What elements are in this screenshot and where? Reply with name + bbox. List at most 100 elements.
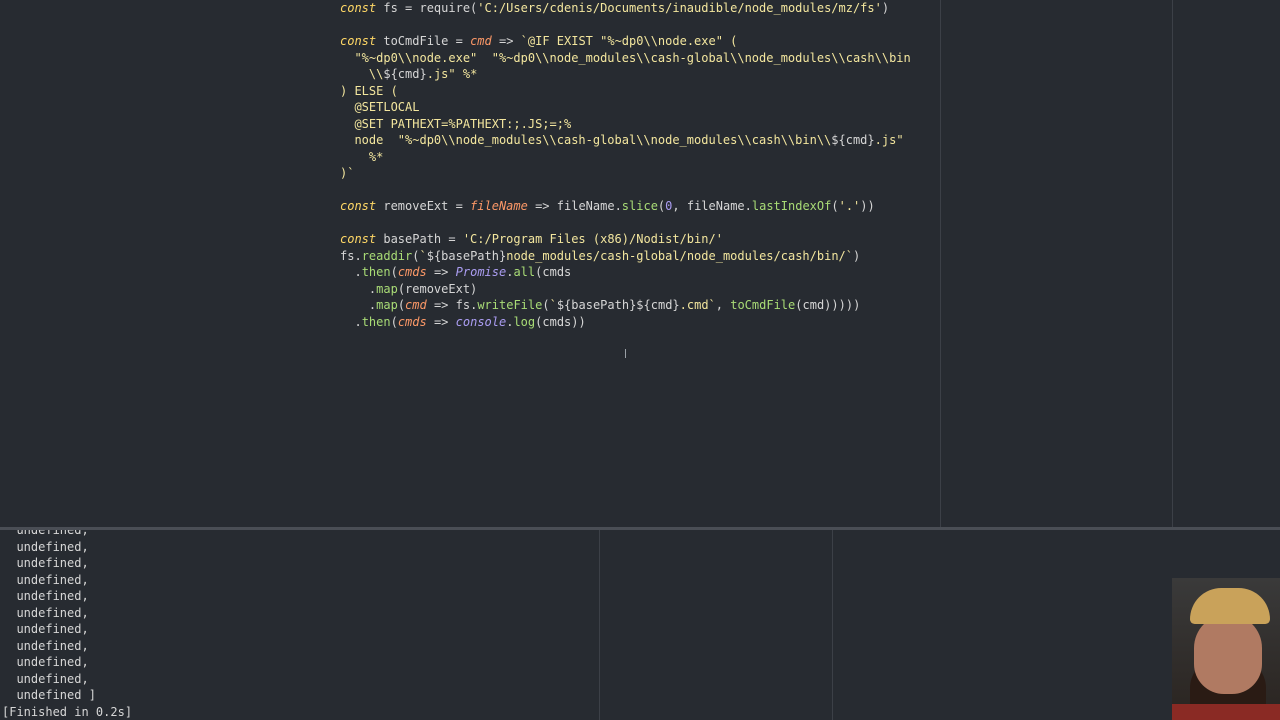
- code-token: ${basePath}: [426, 248, 507, 263]
- code-line[interactable]: [340, 17, 940, 34]
- code-line[interactable]: .map(removeExt): [340, 281, 940, 298]
- code-token: `: [549, 298, 557, 312]
- webcam-person-cap: [1190, 588, 1270, 624]
- output-line: undefined,: [2, 671, 89, 686]
- code-token: then: [361, 314, 391, 329]
- code-token: )`: [340, 166, 355, 180]
- code-token: (: [390, 265, 398, 279]
- code-line[interactable]: const removeExt = fileName => fileName.s…: [340, 198, 940, 215]
- code-token: .js" %*: [426, 67, 478, 81]
- code-token: (: [542, 298, 550, 312]
- editor-ruler-right: [1172, 0, 1173, 527]
- code-token: fs.: [340, 248, 362, 263]
- code-token: fileName: [470, 199, 528, 213]
- output-line: undefined,: [2, 589, 89, 603]
- code-token: \\: [340, 67, 384, 81]
- output-text: undefined, undefined, undefined, undefin…: [0, 530, 590, 720]
- code-token: (: [831, 199, 839, 213]
- code-token: .cmd`: [679, 298, 716, 312]
- code-line[interactable]: ) ELSE (: [340, 83, 940, 100]
- code-token: cmds: [397, 265, 427, 279]
- code-line[interactable]: \\${cmd}.js" %*: [340, 66, 940, 83]
- code-token: fs.: [455, 298, 478, 312]
- output-line: undefined ]: [2, 688, 96, 702]
- editor-ruler-left: [940, 0, 941, 527]
- code-token: writeFile: [477, 298, 543, 312]
- code-line[interactable]: @SETLOCAL: [340, 99, 940, 116]
- code-token: ${cmd}: [831, 133, 875, 147]
- text-cursor: [625, 349, 626, 358]
- code-token: const: [340, 199, 377, 213]
- output-line: undefined,: [2, 638, 89, 653]
- code-token: @SET PATHEXT=%PATHEXT:;.JS;=;%: [340, 116, 572, 131]
- code-token: const: [340, 232, 377, 246]
- code-token: ) ELSE (: [340, 83, 398, 98]
- code-token: "%~dp0\\node.exe" "%~dp0\\node_modules\\…: [340, 50, 911, 65]
- output-ruler-left: [599, 530, 600, 720]
- code-token: =>: [426, 265, 456, 279]
- code-line[interactable]: const basePath = 'C:/Program Files (x86)…: [340, 231, 940, 248]
- code-token: )): [860, 199, 875, 213]
- code-token: ${cmd}: [383, 67, 427, 81]
- code-token: console: [455, 314, 507, 329]
- code-token: toCmdFile: [376, 34, 456, 48]
- code-line[interactable]: .then(cmds => Promise.all(cmds: [340, 264, 940, 281]
- code-token: toCmdFile: [730, 298, 796, 312]
- code-token: , fileName.: [672, 199, 752, 213]
- code-token: (removeExt): [397, 281, 478, 296]
- code-token: slice: [621, 199, 658, 213]
- code-token: cmd: [405, 298, 427, 312]
- code-token: then: [361, 265, 391, 279]
- code-token: (cmds)): [535, 314, 586, 329]
- code-token: cmd: [470, 34, 492, 48]
- code-token: =: [455, 34, 471, 48]
- code-token: (: [412, 248, 420, 263]
- code-line[interactable]: [340, 215, 940, 232]
- code-token: .: [340, 314, 362, 329]
- code-token: %*: [340, 149, 384, 164]
- code-line[interactable]: const toCmdFile = cmd => `@IF EXIST "%~d…: [340, 33, 940, 50]
- code-token: map: [376, 298, 398, 312]
- webcam-person-face: [1194, 614, 1262, 694]
- code-content[interactable]: const fs = require('C:/Users/cdenis/Docu…: [340, 0, 940, 330]
- code-token: (cmd))))): [795, 298, 861, 312]
- code-token: ${basePath}${cmd}: [556, 298, 680, 312]
- webcam-person-shirt: [1172, 704, 1280, 720]
- code-token: Promise: [455, 265, 507, 279]
- code-token: '.': [838, 199, 861, 213]
- code-line[interactable]: .then(cmds => console.log(cmds)): [340, 314, 940, 331]
- code-token: basePath: [376, 232, 449, 246]
- code-token: node_modules/cash-global/node_modules/ca…: [506, 248, 853, 263]
- code-token: ): [881, 1, 890, 15]
- code-line[interactable]: "%~dp0\\node.exe" "%~dp0\\node_modules\\…: [340, 50, 940, 67]
- code-line[interactable]: .map(cmd => fs.writeFile(`${basePath}${c…: [340, 297, 940, 314]
- output-line: undefined,: [2, 605, 89, 620]
- code-token: removeExt: [376, 199, 456, 213]
- code-line[interactable]: node "%~dp0\\node_modules\\cash-global\\…: [340, 132, 940, 149]
- code-token: const: [340, 1, 377, 15]
- code-token: 'C:/Users/cdenis/Documents/inaudible/nod…: [477, 1, 882, 15]
- output-line: undefined,: [2, 622, 89, 636]
- code-line[interactable]: const fs = require('C:/Users/cdenis/Docu…: [340, 0, 940, 17]
- output-line: [Finished in 0.2s]: [2, 704, 133, 719]
- output-line: undefined,: [2, 556, 89, 570]
- code-token: `@IF EXIST "%~dp0\\node.exe" (: [520, 34, 738, 48]
- code-editor[interactable]: const fs = require('C:/Users/cdenis/Docu…: [0, 0, 1280, 527]
- code-token: fs: [376, 1, 406, 15]
- build-output-panel[interactable]: undefined, undefined, undefined, undefin…: [0, 530, 1280, 720]
- code-token: =: [405, 1, 420, 15]
- code-token: ,: [715, 298, 731, 312]
- code-line[interactable]: @SET PATHEXT=%PATHEXT:;.JS;=;%: [340, 116, 940, 133]
- code-token: 'C:/Program Files (x86)/Nodist/bin/': [462, 232, 723, 246]
- code-line[interactable]: fs.readdir(`${basePath}node_modules/cash…: [340, 248, 940, 265]
- code-token: map: [376, 281, 398, 296]
- code-token: .: [340, 298, 377, 312]
- code-token: all: [513, 265, 536, 279]
- output-ruler-right: [832, 530, 833, 720]
- output-line: undefined,: [2, 530, 89, 537]
- code-line[interactable]: )`: [340, 165, 940, 182]
- code-line[interactable]: %*: [340, 149, 940, 166]
- code-line[interactable]: [340, 182, 940, 199]
- output-line: undefined,: [2, 539, 89, 554]
- output-line: undefined,: [2, 655, 89, 669]
